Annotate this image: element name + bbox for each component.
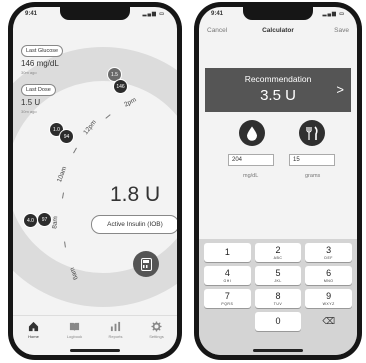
- signal-battery-icon: ▂▄▆ ▭: [142, 11, 165, 17]
- active-insulin-button[interactable]: Active Insulin (IOB): [91, 215, 177, 234]
- tab-settings[interactable]: Settings: [142, 321, 172, 339]
- last-glucose-ago: 30m ago: [21, 70, 37, 75]
- glucose-unit-label: mg/dL: [243, 173, 259, 179]
- last-dose-label: Last Dose: [21, 84, 56, 96]
- book-icon: [69, 322, 80, 332]
- home-indicator: [253, 349, 303, 352]
- status-time: 9:41: [25, 11, 38, 17]
- calculator-icon: [140, 257, 152, 271]
- chevron-right-icon: >: [336, 82, 344, 97]
- calculator-screen: 9:41 ▂▄▆ ▭ Cancel Calculator Save Recomm…: [199, 7, 357, 355]
- status-bar: 9:41 ▂▄▆ ▭: [211, 11, 345, 17]
- status-bar: 9:41 ▂▄▆ ▭: [25, 11, 165, 17]
- tab-reports[interactable]: Reports: [101, 321, 131, 339]
- key-9[interactable]: 9 WXYZ: [305, 289, 353, 308]
- backspace-key[interactable]: ⌫: [305, 312, 352, 331]
- home-icon: [28, 321, 39, 332]
- save-button[interactable]: Save: [334, 27, 349, 34]
- key-5[interactable]: 5 JKL: [254, 266, 302, 285]
- left-phone: 9:41 ▂▄▆ ▭ Last Glucose 146 mg/dL 30m ag…: [8, 2, 182, 360]
- page-title: Calculator: [262, 26, 294, 34]
- calculator-button[interactable]: [133, 251, 159, 277]
- recommendation-label: Recommendation: [244, 74, 312, 84]
- key-7[interactable]: 7 PQRS: [204, 289, 251, 308]
- tab-label: Settings: [149, 334, 164, 339]
- tab-label: Logbook: [66, 334, 83, 339]
- signal-battery-icon: ▂▄▆ ▭: [322, 11, 345, 17]
- recommendation-value: 3.5 U: [260, 87, 296, 104]
- key-2[interactable]: 2 ABC: [254, 243, 302, 262]
- last-glucose-label: Last Glucose: [21, 45, 64, 57]
- key-4[interactable]: 4 GHI: [204, 266, 251, 285]
- key-0[interactable]: 0: [254, 312, 302, 331]
- tab-home[interactable]: Home: [19, 321, 49, 339]
- carbs-input[interactable]: 15: [289, 154, 335, 166]
- backspace-icon: ⌫: [322, 316, 336, 326]
- tab-logbook[interactable]: Logbook: [60, 321, 90, 339]
- home-indicator: [70, 349, 120, 352]
- nav-bar: Cancel Calculator Save: [199, 23, 357, 37]
- glucose-marker[interactable]: 94: [60, 130, 73, 143]
- key-1[interactable]: 1: [204, 243, 251, 262]
- last-dose-value: 1.5 U: [21, 98, 41, 107]
- last-glucose-value: 146 mg/dL: [21, 59, 59, 68]
- keypad-row: 4 GHI 5 JKL 6 MNO: [204, 266, 353, 285]
- glucose-marker[interactable]: 146: [114, 80, 127, 93]
- cancel-button[interactable]: Cancel: [207, 27, 227, 34]
- carbs-unit-label: grams: [305, 173, 321, 179]
- drop-icon: [239, 120, 265, 146]
- status-time: 9:41: [211, 11, 224, 17]
- tab-label: Reports: [108, 334, 123, 339]
- current-dose-display: 1.8 U: [110, 183, 161, 206]
- glucose-marker[interactable]: 97: [38, 213, 51, 226]
- key-8[interactable]: 8 TUV: [254, 289, 302, 308]
- glucose-input[interactable]: 204: [228, 154, 274, 166]
- bar-chart-icon: [110, 321, 121, 332]
- key-blank: [204, 312, 251, 331]
- key-3[interactable]: 3 DEF: [305, 243, 353, 262]
- recommendation-panel[interactable]: Recommendation 3.5 U >: [205, 68, 351, 112]
- keypad-row: 7 PQRS 8 TUV 9 WXYZ: [204, 289, 353, 308]
- time-label-8am: 8am: [51, 215, 60, 230]
- keypad-row: 0 ⌫: [204, 312, 352, 331]
- gear-icon: [151, 321, 162, 332]
- keypad-row: 1 2 ABC 3 DEF: [204, 243, 353, 262]
- fork-knife-icon: [299, 120, 325, 146]
- numeric-keypad: 1 2 ABC 3 DEF 4 GHI 5 JKL 6 MNO 7 PQRS 8 TUV 9W…: [199, 239, 357, 355]
- right-phone: 9:41 ▂▄▆ ▭ Cancel Calculator Save Recomm…: [194, 2, 362, 360]
- home-screen: 9:41 ▂▄▆ ▭ Last Glucose 146 mg/dL 30m ag…: [13, 7, 177, 355]
- last-dose-ago: 30m ago: [21, 109, 37, 114]
- key-6[interactable]: 6 MNO: [305, 266, 353, 285]
- dose-marker[interactable]: 4.0: [24, 214, 37, 227]
- tab-label: Home: [28, 334, 39, 339]
